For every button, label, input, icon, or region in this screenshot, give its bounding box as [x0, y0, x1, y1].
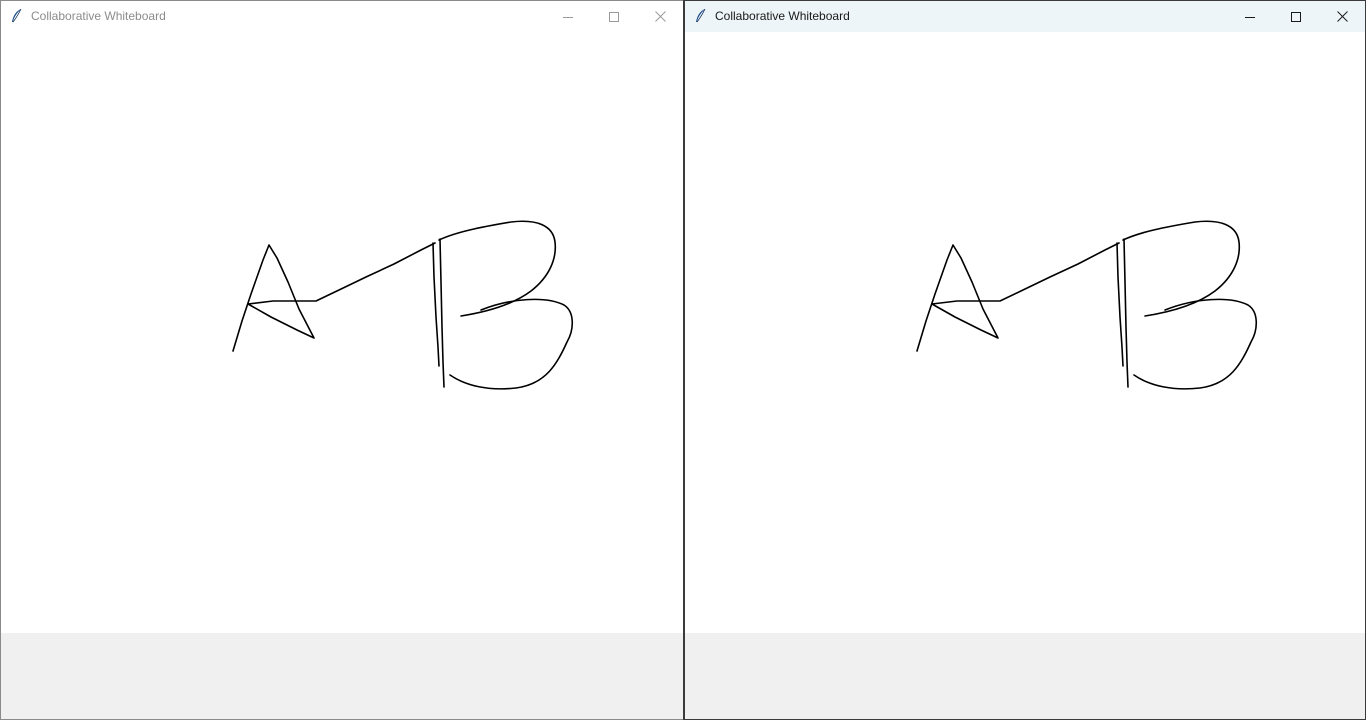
stroke-letter-b-stem [1116, 242, 1124, 367]
minimize-button[interactable] [545, 1, 591, 32]
title-bar[interactable]: Collaborative Whiteboard [1, 1, 683, 32]
stroke-letter-b-lower [1133, 298, 1258, 390]
stroke-letter-a [916, 242, 1120, 352]
stroke-letter-b-upper [438, 220, 557, 317]
close-icon [1336, 11, 1348, 22]
stroke-letter-b-stem-2 [439, 238, 445, 388]
close-icon [654, 11, 666, 22]
feather-icon [10, 8, 24, 24]
stroke-letter-a [232, 242, 436, 352]
drawing-canvas[interactable] [685, 32, 1365, 633]
whiteboard-window-right: Collaborative Whiteboard [683, 0, 1366, 720]
bottom-panel [685, 633, 1365, 719]
stroke-letter-b-stem [432, 242, 440, 367]
feather-icon [694, 8, 708, 24]
minimize-button[interactable] [1227, 1, 1273, 32]
title-bar[interactable]: Collaborative Whiteboard [685, 1, 1365, 32]
stroke-letter-b-upper [1122, 220, 1241, 317]
drawing-layer [916, 220, 1258, 390]
close-button[interactable] [1319, 1, 1365, 32]
stroke-letter-b-stem-2 [1123, 238, 1129, 388]
stroke-letter-b-lower [449, 298, 574, 390]
bottom-panel [1, 633, 683, 719]
minimize-icon [563, 16, 573, 18]
close-button[interactable] [637, 1, 683, 32]
minimize-icon [1245, 16, 1255, 18]
window-title: Collaborative Whiteboard [31, 9, 166, 23]
maximize-button[interactable] [1273, 1, 1319, 32]
maximize-icon [1291, 11, 1301, 22]
drawing-layer [232, 220, 574, 390]
whiteboard-window-left: Collaborative Whiteboard [0, 0, 683, 720]
maximize-button[interactable] [591, 1, 637, 32]
drawing-canvas[interactable] [1, 32, 683, 633]
window-title: Collaborative Whiteboard [715, 9, 850, 23]
maximize-icon [609, 11, 619, 22]
